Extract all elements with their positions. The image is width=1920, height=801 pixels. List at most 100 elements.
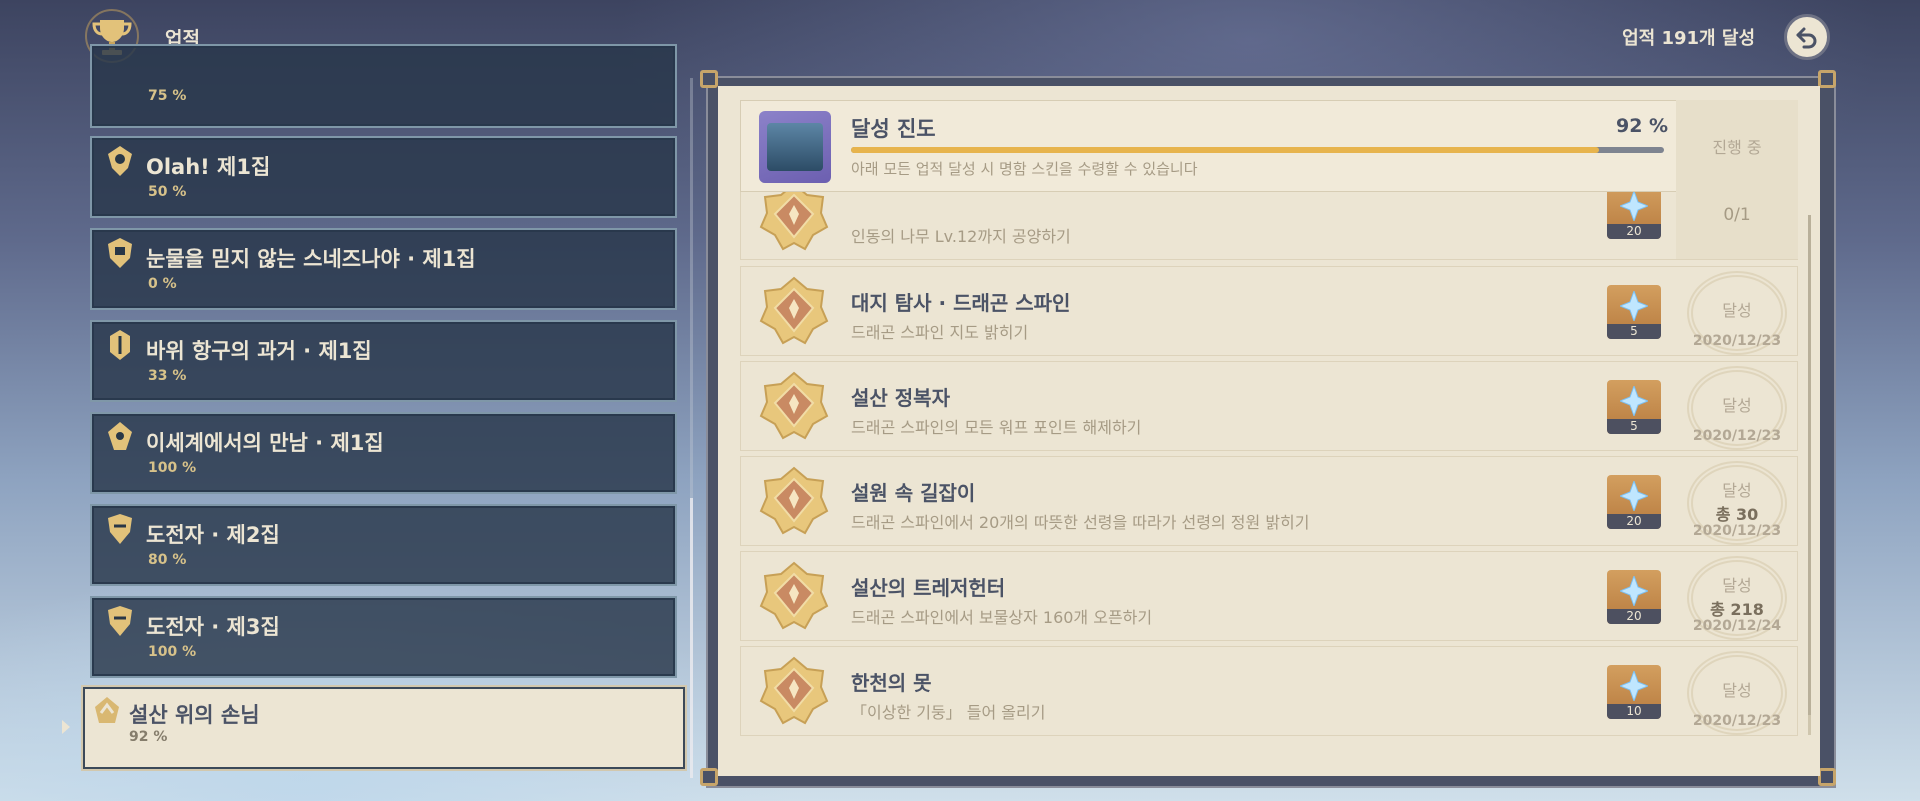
achievement-row[interactable]: 설산의 트레저헌터드래곤 스파인에서 보물상자 160개 오픈하기 20 달성총 2… (740, 551, 1798, 641)
frame-corner (700, 768, 718, 786)
frame-corner (1818, 768, 1836, 786)
reward-item[interactable]: 10 (1607, 665, 1661, 719)
achievement-badge-icon (759, 370, 829, 442)
selection-indicator (62, 720, 70, 734)
reward-amount: 20 (1607, 224, 1661, 239)
status-date: 2020/12/23 (1692, 428, 1782, 444)
status-date: 2020/12/24 (1692, 618, 1782, 634)
category-emblem-icon (110, 330, 130, 360)
category-emblem-icon (95, 697, 119, 723)
achievement-name: 대지 탐사 · 드래곤 스파인 (851, 291, 1071, 315)
summary-description: 아래 모든 업적 달성 시 명함 스킨을 수령할 수 있습니다 (851, 160, 1198, 178)
achievement-scrollbar[interactable] (1808, 215, 1811, 735)
achievement-count: 업적 191개 달성 (1622, 28, 1755, 49)
category-percent: 100 % (148, 460, 197, 476)
reward-amount: 5 (1607, 324, 1661, 339)
category-emblem-icon (108, 146, 132, 176)
category-name: 바위 항구의 과거 · 제1집 (146, 339, 372, 363)
reward-amount: 20 (1607, 514, 1661, 529)
summary-progress-bar (851, 147, 1664, 153)
category-item[interactable]: 이세계에서의 만남 · 제1집 100 % (90, 412, 677, 494)
status-date: 2020/12/23 (1692, 333, 1782, 349)
category-item-selected[interactable]: 설산 위의 손님 92 % (81, 685, 687, 771)
status-label: 달성 (1722, 301, 1752, 320)
achievement-description: 드래곤 스파인의 모든 워프 포인트 해제하기 (851, 418, 1142, 437)
reward-amount: 20 (1607, 609, 1661, 624)
progress-summary-card: 달성 진도 92 % 아래 모든 업적 달성 시 명함 스킨을 수령할 수 있습… (740, 100, 1798, 192)
category-percent: 92 % (129, 729, 168, 745)
category-percent: 75 % (148, 88, 187, 104)
primogem-icon (1618, 189, 1650, 223)
category-emblem-icon (108, 422, 132, 450)
achievement-status-seal: 달성총 30 2020/12/23 (1676, 457, 1798, 545)
category-emblem-icon (108, 238, 132, 268)
category-percent: 100 % (148, 644, 197, 660)
achievement-status-seal: 달성 2020/12/23 (1676, 647, 1798, 735)
category-item[interactable]: 도전자 · 제2집 80 % (90, 504, 677, 586)
status-label: 달성 (1722, 481, 1752, 500)
status-label: 달성 (1722, 396, 1752, 415)
category-name: 도전자 · 제2집 (146, 523, 280, 547)
summary-progress-fill (851, 147, 1599, 153)
back-button[interactable] (1784, 14, 1830, 60)
status-label: 달성 (1722, 681, 1752, 700)
achievement-badge-icon (759, 560, 829, 632)
primogem-icon (1618, 669, 1650, 703)
status-total: 총 30 (1715, 505, 1759, 524)
achievement-status-seal: 달성총 218 2020/12/24 (1676, 552, 1798, 640)
category-item[interactable]: 도전자 · 제3집 100 % (90, 596, 677, 678)
achievement-row[interactable]: 설산 정복자드래곤 스파인의 모든 워프 포인트 해제하기 5 달성 2020/12/… (740, 361, 1798, 451)
category-percent: 0 % (148, 276, 177, 292)
achievement-description: 드래곤 스파인에서 보물상자 160개 오픈하기 (851, 608, 1153, 627)
achievement-name: 설산 정복자 (851, 386, 950, 410)
achievement-name: 설산의 트레저헌터 (851, 576, 1006, 600)
reward-amount: 10 (1607, 704, 1661, 719)
category-name: 이세계에서의 만남 · 제1집 (146, 431, 384, 455)
achievement-name: 한천의 못 (851, 671, 932, 695)
reward-item[interactable]: 20 (1607, 475, 1661, 529)
achievement-row[interactable]: 대지 탐사 · 드래곤 스파인드래곤 스파인 지도 밝히기 5 달성 2020/12/… (740, 266, 1798, 356)
status-date: 2020/12/23 (1692, 713, 1782, 729)
namecard-image (759, 111, 831, 183)
primogem-icon (1618, 479, 1650, 513)
reward-item[interactable]: 5 (1607, 285, 1661, 339)
category-percent: 33 % (148, 368, 187, 384)
achievement-description: 드래곤 스파인에서 20개의 따뜻한 선령을 따라가 선령의 정원 밝히기 (851, 513, 1310, 532)
summary-status: 진행 중 (1676, 100, 1798, 192)
achievement-badge-icon (759, 655, 829, 727)
frame-corner (1818, 70, 1836, 88)
achievement-status-seal: 달성 2020/12/23 (1676, 362, 1798, 450)
achievement-badge-icon (759, 465, 829, 537)
status-date: 2020/12/23 (1692, 523, 1782, 539)
achievement-description: 드래곤 스파인 지도 밝히기 (851, 323, 1029, 342)
achievement-description: 인동의 나무 Lv.12까지 공양하기 (851, 227, 1071, 246)
reward-item[interactable]: 20 (1607, 185, 1661, 239)
category-percent: 80 % (148, 552, 187, 568)
achievement-row[interactable]: 한천의 못 「이상한 기둥」 들어 올리기 10 달성 2020/12/23 (740, 646, 1798, 736)
achievement-status-seal: 달성 2020/12/23 (1676, 267, 1798, 355)
reward-item[interactable]: 20 (1607, 570, 1661, 624)
primogem-icon (1618, 574, 1650, 608)
category-name: 설산 위의 손님 (129, 703, 260, 727)
category-scrollbar[interactable] (690, 78, 693, 778)
category-emblem-icon (108, 514, 132, 544)
category-percent: 50 % (148, 184, 187, 200)
category-name: 도전자 · 제3집 (146, 615, 280, 639)
achievement-name: 설원 속 길잡이 (851, 481, 976, 505)
summary-percent: 92 % (1616, 115, 1669, 137)
category-item[interactable]: 눈물을 믿지 않는 스네즈나야 · 제1집 0 % (90, 228, 677, 310)
status-label: 달성 (1722, 576, 1752, 595)
achievement-badge-icon (759, 275, 829, 347)
category-item[interactable]: 75 % (90, 44, 677, 128)
category-name: 눈물을 믿지 않는 스네즈나야 · 제1집 (146, 247, 476, 271)
category-item[interactable]: 바위 항구의 과거 · 제1집 33 % (90, 320, 677, 402)
summary-title: 달성 진도 (851, 117, 936, 141)
achievement-description: 「이상한 기둥」 들어 올리기 (851, 703, 1046, 722)
back-arrow-icon (1796, 27, 1817, 49)
reward-item[interactable]: 5 (1607, 380, 1661, 434)
category-name: Olah! 제1집 (146, 155, 271, 179)
achievement-row[interactable]: 설원 속 길잡이드래곤 스파인에서 20개의 따뜻한 선령을 따라가 선령의 정… (740, 456, 1798, 546)
category-emblem-icon (108, 606, 132, 636)
category-item[interactable]: Olah! 제1집 50 % (90, 136, 677, 218)
status-total: 총 218 (1710, 600, 1764, 619)
